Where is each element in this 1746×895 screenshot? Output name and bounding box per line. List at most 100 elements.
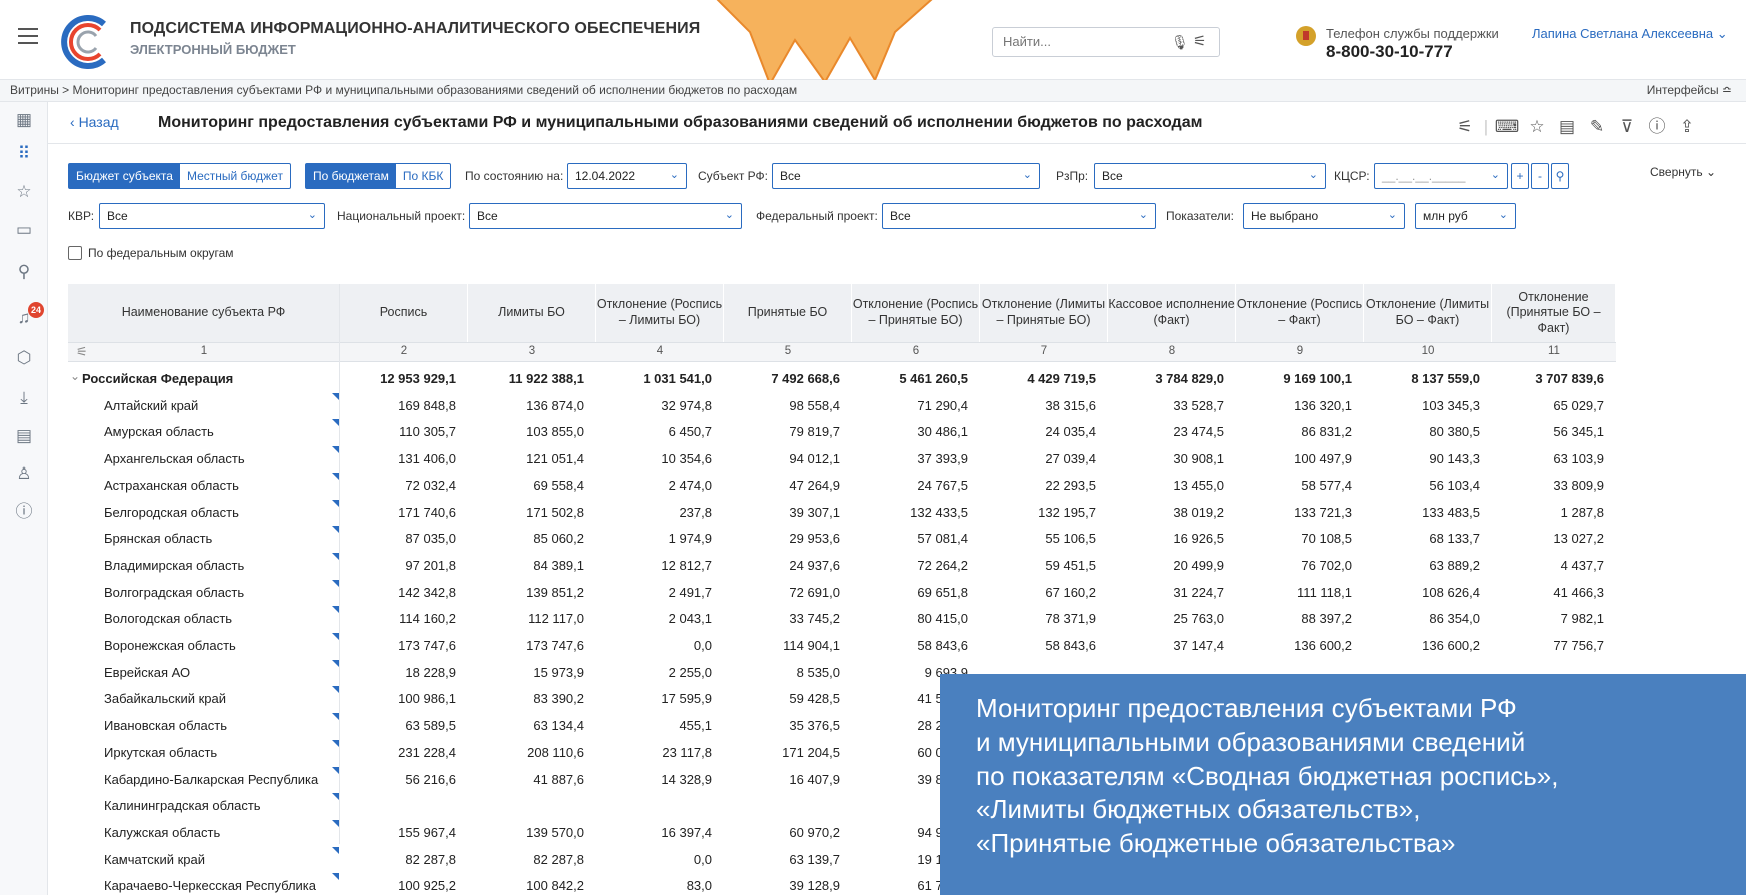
folder-icon[interactable]: ▭: [14, 220, 34, 240]
info-icon[interactable]: ⓘ: [14, 502, 34, 522]
table-row[interactable]: Владимирская область 97 201,8 84 389,1 12 8…: [68, 552, 1616, 579]
search-box[interactable]: 🎙 ⚟: [992, 27, 1220, 57]
row-marker-icon: [332, 739, 339, 747]
menu-icon[interactable]: [18, 28, 38, 44]
collapse-button[interactable]: Свернуть ⌄: [1650, 165, 1716, 179]
dashboard-icon[interactable]: ▦: [14, 110, 34, 130]
table-cell: 171 204,5: [782, 744, 840, 760]
table-cell: 103 345,3: [1422, 397, 1480, 413]
chevron-down-icon: ⌄: [1387, 209, 1397, 221]
table-cell: 2 043,1: [668, 611, 712, 627]
table-cell: 86 831,2: [1301, 424, 1352, 440]
kcsr-add-button[interactable]: +: [1511, 163, 1529, 189]
table-cell: 15 973,9: [533, 664, 584, 680]
report-settings-icon[interactable]: ▤: [14, 426, 34, 446]
kcsr-remove-button[interactable]: -: [1531, 163, 1549, 189]
column-header[interactable]: Отклонение (Роспись – Факт): [1236, 284, 1364, 342]
clear-filter-icon[interactable]: ⊽: [1612, 117, 1642, 137]
table-row[interactable]: Белгородская область 171 740,6 171 502,8 23…: [68, 499, 1616, 526]
table-row[interactable]: Амурская область 110 305,7 103 855,0 6 450,…: [68, 419, 1616, 445]
download-icon[interactable]: ⤓: [14, 388, 34, 408]
table-row-total[interactable]: ⌄ Российская Федерация 12 953 929,1 11 922 …: [68, 366, 1616, 392]
budget-type-toggle[interactable]: Бюджет субъекта Местный бюджет: [68, 163, 291, 189]
table-cell: 37 393,9: [917, 451, 968, 467]
expand-chevron-icon[interactable]: ⌄: [70, 369, 80, 383]
indicators-select[interactable]: Не выбрано ⌄: [1243, 203, 1405, 229]
table-cell: 97 201,8: [405, 557, 456, 573]
table-cell: 114 160,2: [399, 611, 456, 627]
table-row[interactable]: Алтайский край 169 848,8 136 874,0 32 974,8…: [68, 392, 1616, 419]
table-cell: 455,1: [679, 718, 712, 734]
table-cell: 4 429 719,5: [1027, 371, 1096, 386]
table-row[interactable]: Вологодская область 114 160,2 112 117,0 2 0…: [68, 606, 1616, 632]
grouping-toggle[interactable]: По бюджетам По КБК: [305, 163, 452, 189]
table-row[interactable]: Архангельская область 131 406,0 121 051,4 1…: [68, 446, 1616, 472]
table-cell: 27 039,4: [1045, 451, 1096, 467]
edit-icon[interactable]: ✎: [1582, 117, 1612, 137]
comment-icon[interactable]: ▤: [1552, 117, 1582, 137]
share-icon[interactable]: ⇪: [1672, 117, 1702, 137]
column-header[interactable]: Отклонение (Принятые БО – Факт): [1492, 284, 1616, 342]
info-icon[interactable]: ⓘ: [1642, 112, 1672, 137]
national-project-select[interactable]: Все ⌄: [469, 203, 742, 229]
table-cell: 23 474,5: [1173, 424, 1224, 440]
table-cell: 136 874,0: [526, 397, 584, 413]
table-cell: 58 843,6: [1045, 638, 1096, 653]
table-row[interactable]: Воронежская область 173 747,6 173 747,6 0,0…: [68, 633, 1616, 659]
interfaces-link[interactable]: Интерфейсы ≏: [1647, 83, 1732, 97]
column-header[interactable]: Отклонение (Роспись – Принятые БО): [852, 284, 980, 342]
user-menu[interactable]: Лапина Светлана Алексеевна ⌄: [1532, 26, 1728, 42]
row-marker-icon: [332, 819, 339, 827]
federal-project-select[interactable]: Все ⌄: [882, 203, 1156, 229]
user-icon[interactable]: ♙: [14, 464, 34, 484]
back-button[interactable]: ‹ Назад: [70, 114, 119, 130]
row-marker-icon: [332, 793, 339, 801]
column-header[interactable]: Принятые БО: [724, 284, 852, 342]
column-number: 1: [200, 345, 208, 357]
budget-subject-option[interactable]: Бюджет субъекта: [69, 164, 180, 188]
column-header[interactable]: Наименование субъекта РФ: [68, 284, 340, 342]
search-input[interactable]: [1003, 34, 1153, 49]
cube-icon[interactable]: ⬡: [14, 348, 34, 368]
rzpr-select[interactable]: Все ⌄: [1094, 163, 1326, 189]
kcsr-search-icon[interactable]: ⚲: [1551, 163, 1569, 189]
column-header[interactable]: Лимиты БО: [468, 284, 596, 342]
subject-select[interactable]: Все ⌄: [772, 163, 1040, 189]
table-cell: 108 626,4: [1422, 584, 1480, 600]
column-header[interactable]: Кассовое исполнение (Факт): [1108, 284, 1236, 342]
table-row[interactable]: Брянская область 87 035,0 85 060,2 1 974,9 2…: [68, 526, 1616, 552]
table-cell: 94 012,1: [789, 451, 840, 467]
table-row[interactable]: Волгоградская область 142 342,8 139 851,2 2…: [68, 579, 1616, 606]
favorite-icon[interactable]: ☆: [1522, 117, 1552, 137]
row-name: Еврейская АО: [104, 664, 191, 680]
by-budgets-option[interactable]: По бюджетам: [306, 164, 396, 188]
units-select[interactable]: млн руб ⌄: [1415, 203, 1516, 229]
column-header[interactable]: Отклонение (Лимиты – Принятые БО): [980, 284, 1108, 342]
table-row[interactable]: Астраханская область 72 032,4 69 558,4 2 47…: [68, 472, 1616, 499]
settings-sliders-icon[interactable]: ⚟: [1450, 117, 1480, 137]
table-cell: 14 328,9: [661, 771, 712, 787]
federal-districts-checkbox[interactable]: [68, 246, 82, 260]
table-cell: 25 763,0: [1173, 611, 1224, 627]
table-cell: 8 137 559,0: [1411, 371, 1480, 386]
date-select[interactable]: 12.04.2022 ⌄: [567, 163, 687, 189]
table-cell: 30 486,1: [917, 424, 968, 440]
table-cell: 82 287,8: [533, 851, 584, 867]
logo-icon: [61, 15, 106, 69]
budget-local-option[interactable]: Местный бюджет: [180, 164, 290, 188]
kvr-select[interactable]: Все ⌄: [99, 203, 325, 229]
microphone-icon[interactable]: 🎙: [1171, 34, 1189, 51]
filter-sliders-icon[interactable]: ⚟: [1193, 32, 1206, 50]
column-header[interactable]: Роспись: [340, 284, 468, 342]
search-icon[interactable]: ⚲: [14, 262, 34, 282]
kcsr-select[interactable]: __.__.__._____ ⌄: [1374, 163, 1508, 189]
by-kbk-option[interactable]: По КБК: [396, 164, 451, 188]
breadcrumb-text[interactable]: Витрины > Мониторинг предоставления субъ…: [10, 83, 797, 97]
star-icon[interactable]: ☆: [14, 182, 34, 202]
column-header[interactable]: Отклонение (Роспись – Лимиты БО): [596, 284, 724, 342]
table-cell: 2 255,0: [668, 664, 712, 680]
column-header[interactable]: Отклонение (Лимиты БО – Факт): [1364, 284, 1492, 342]
apps-grid-icon[interactable]: ⠿: [14, 144, 34, 164]
presentation-icon[interactable]: ⌨: [1492, 117, 1522, 137]
table-cell: 4 437,7: [1560, 557, 1604, 573]
